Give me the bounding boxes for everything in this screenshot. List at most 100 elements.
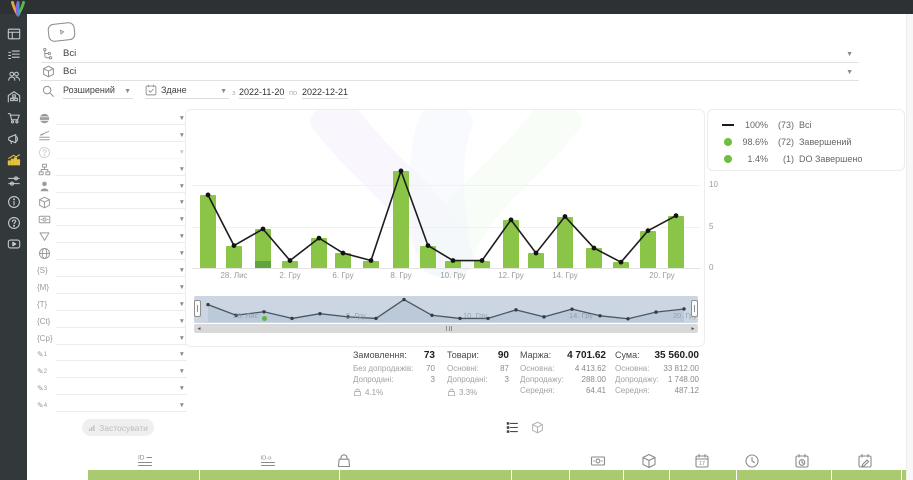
legend-count: (72) <box>768 137 794 147</box>
legend-item-2[interactable]: 98.6%(72) Завершений <box>708 133 904 150</box>
pencil-icon: {T} <box>37 298 52 311</box>
sidebar-item-info[interactable] <box>3 191 24 212</box>
chevron-down-icon: ▼ <box>179 351 185 358</box>
filter-select-11[interactable]: ▼ <box>56 281 187 294</box>
bar-2 <box>226 246 242 268</box>
filter-select-7[interactable]: ▼ <box>56 213 187 226</box>
calendar-edit-column-button[interactable] <box>857 453 873 469</box>
filter-select-13[interactable]: ▼ <box>56 315 187 328</box>
chart-brush-minimap[interactable]: 28. Лис6. Гру10. Гру14. Гру20. Гру <box>194 296 698 323</box>
x-axis-label: 12. Гру <box>498 271 524 280</box>
x-axis-label: 6. Гру <box>332 271 353 280</box>
sidebar-item-customers[interactable] <box>3 65 24 86</box>
sidebar-item-marketing[interactable] <box>3 128 24 149</box>
chevron-down-icon: ▼ <box>179 402 185 409</box>
clock-column-button[interactable] <box>744 453 760 469</box>
search-mode-select[interactable]: Розширений ▼ <box>63 82 133 99</box>
brush-handle-right[interactable] <box>691 300 698 317</box>
vertical-scrollbar[interactable] <box>906 14 913 480</box>
top-bar <box>0 0 913 14</box>
sidebar-item-orders[interactable] <box>3 44 24 65</box>
stats-subrow: Середня:487.12 <box>615 386 699 397</box>
x-axis-label: 8. Гру <box>390 271 411 280</box>
legend-item-1[interactable]: 100%(73)Всі <box>708 116 904 133</box>
grid-view-icon <box>531 421 544 434</box>
x-axis-label: 2. Гру <box>279 271 300 280</box>
stats-subrow-value: 70 <box>426 364 435 375</box>
filter-select-15[interactable]: ▼ <box>56 348 187 361</box>
bar-7 <box>363 261 379 268</box>
filter-select-2[interactable]: ▼ <box>56 129 187 142</box>
legend-percent: 1.4% <box>738 154 768 164</box>
stats-subrow: Допродажу:1 748.00 <box>615 375 699 386</box>
stats-header: Сума:35 560.00 <box>615 350 699 364</box>
sidebar-item-cart[interactable] <box>3 107 24 128</box>
sidebar-item-support[interactable] <box>3 212 24 233</box>
filter-select-3[interactable]: ▼ <box>56 146 187 159</box>
sidebar-item-warehouse[interactable] <box>3 86 24 107</box>
date-from-input[interactable] <box>239 82 285 99</box>
filter-select-1[interactable]: ▼ <box>56 112 187 125</box>
legend-dot-swatch <box>720 155 736 163</box>
stats-value: 73 <box>424 350 435 361</box>
stats-subrow-label: Середня: <box>615 386 650 397</box>
stats-subrow-value: 33 812.00 <box>663 364 699 375</box>
filter-select-5[interactable]: ▼ <box>56 180 187 193</box>
stats-subrow: Основна:4 413.62 <box>520 364 606 375</box>
bar-1 <box>200 195 216 268</box>
calendar-clock-column-button[interactable] <box>794 453 810 469</box>
scrollbar-grip[interactable] <box>446 326 452 331</box>
date-type-select[interactable]: Здане ▼ <box>145 82 229 99</box>
list-view-button[interactable] <box>506 421 519 434</box>
table-header-cell-divider <box>669 470 670 480</box>
filter-row-1: ▼ <box>37 110 187 127</box>
banknote-column-button[interactable] <box>590 453 606 469</box>
bag-column-button[interactable] <box>336 453 352 469</box>
bar-17 <box>640 231 656 268</box>
filter-select-6[interactable]: ▼ <box>56 196 187 209</box>
cube-column-button[interactable] <box>641 453 657 469</box>
legend-item-3[interactable]: 1.4%(1)DO Завершено <box>708 150 904 167</box>
date-to-input[interactable] <box>302 82 348 99</box>
x-axis-label: 28. Лис <box>220 271 247 280</box>
filter-select-4[interactable]: ▼ <box>56 163 187 176</box>
orders-icon <box>7 48 21 62</box>
filter-category-select[interactable]: Всі ▼ <box>41 63 859 81</box>
legend-label: Завершений <box>799 137 851 147</box>
sidebar-item-automation[interactable] <box>3 170 24 191</box>
table-header-cell-divider <box>623 470 624 480</box>
id-sort-column-button[interactable]: ID <box>137 453 153 469</box>
filter-select-10[interactable]: ▼ <box>56 264 187 277</box>
filter-select-17[interactable]: ▼ <box>56 382 187 395</box>
bar-8 <box>393 171 409 268</box>
filter-select-14[interactable]: ▼ <box>56 332 187 345</box>
y-axis-label: 10 <box>709 180 723 189</box>
grid-view-button[interactable] <box>531 421 544 434</box>
brush-handle-left[interactable] <box>194 300 201 317</box>
filter-select-8[interactable]: ▼ <box>56 230 187 243</box>
video-tutorials-icon <box>7 237 21 251</box>
sidebar-item-dashboard[interactable] <box>3 23 24 44</box>
filter-select-18[interactable]: ▼ <box>56 399 187 412</box>
id-o-sort-column-button[interactable]: ID-o <box>260 453 276 469</box>
legend-line-swatch <box>720 124 736 126</box>
legend-percent: 98.6% <box>738 137 768 147</box>
video-help-button[interactable] <box>47 22 76 43</box>
stats-subrow-label: Середня: <box>520 386 555 397</box>
orders-chart-card: 28. Лис2. Гру6. Гру8. Гру10. Гру12. Гру1… <box>185 109 705 347</box>
sidebar-item-analytics[interactable] <box>3 149 24 170</box>
scroll-right-arrow[interactable]: ► <box>688 324 698 333</box>
scroll-left-arrow[interactable]: ◄ <box>194 324 204 333</box>
brand-logo-icon[interactable] <box>7 0 29 19</box>
filter-select-9[interactable]: ▼ <box>56 247 187 260</box>
sidebar-item-video-tutorials[interactable] <box>3 233 24 254</box>
calendar-17-column-button[interactable]: 17 <box>694 453 710 469</box>
filter-select-16[interactable]: ▼ <box>56 365 187 378</box>
chart-horizontal-scrollbar[interactable]: ◄► <box>194 324 698 333</box>
filter-row-4: ▼ <box>37 161 187 178</box>
minimap-label: 10. Гру <box>463 311 487 320</box>
apply-button[interactable]: Застосувати <box>82 419 154 436</box>
pencil-icon: ✎1 <box>37 348 52 361</box>
filter-source-select[interactable]: Всі ▼ <box>41 45 859 63</box>
filter-select-12[interactable]: ▼ <box>56 298 187 311</box>
